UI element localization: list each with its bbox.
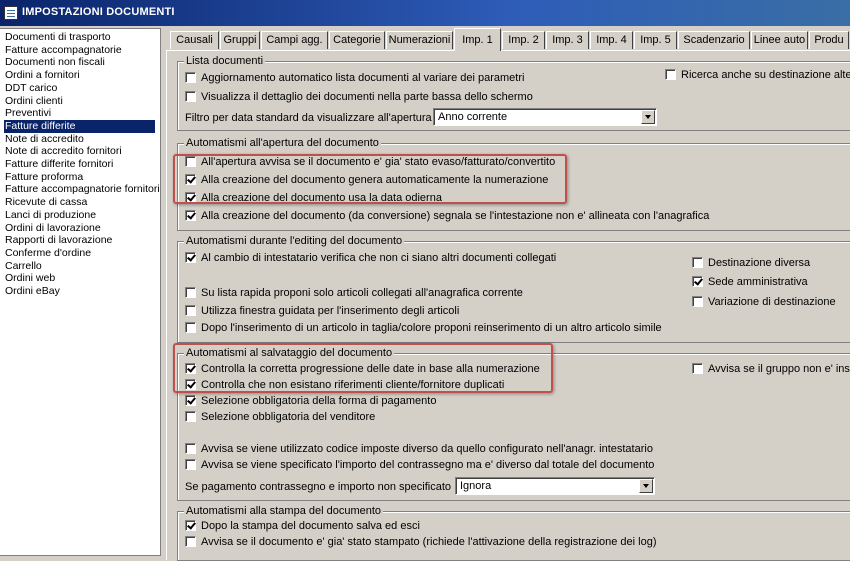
filtro-data-value: Anno corrente	[438, 111, 508, 123]
checkbox-box[interactable]	[692, 296, 703, 307]
chevron-down-icon[interactable]	[641, 110, 655, 124]
tab-numerazioni[interactable]: Numerazioni	[386, 31, 453, 49]
checkbox-box[interactable]	[185, 379, 196, 390]
checkbox-box[interactable]	[692, 257, 703, 268]
document-type-item[interactable]: Conferme d'ordine	[4, 247, 155, 260]
checkbox-label: Controlla la corretta progressione delle…	[201, 363, 540, 375]
checkbox-box[interactable]	[185, 210, 196, 221]
checkbox-box[interactable]	[692, 363, 703, 374]
contrassegno-label: Se pagamento contrassegno e importo non …	[185, 481, 458, 493]
tab-produ[interactable]: Produ	[809, 31, 849, 49]
checkbox-label: Controlla che non esistano riferimenti c…	[201, 379, 505, 391]
checkbox-label: Selezione obbligatoria del venditore	[201, 411, 376, 423]
document-type-item[interactable]: Fatture differite fornitori	[4, 158, 155, 171]
tab-gruppi[interactable]: Gruppi	[220, 31, 260, 49]
checkbox-label: Al cambio di intestatario verifica che n…	[201, 252, 557, 264]
checkbox-label: Alla creazione del documento (da convers…	[201, 210, 710, 222]
window-titlebar[interactable]: IMPOSTAZIONI DOCUMENTI	[0, 0, 850, 26]
group-title: Automatismi all'apertura del documento	[184, 137, 381, 150]
document-type-item[interactable]: Fatture differite	[4, 119, 155, 133]
filtro-data-label: Filtro per data standard da visualizzare…	[185, 112, 438, 124]
checkbox-box[interactable]	[185, 252, 196, 263]
checkbox-label: Su lista rapida proponi solo articoli co…	[201, 287, 523, 299]
checkbox-label: Aggiornamento automatico lista documenti…	[201, 72, 525, 84]
checkbox-label: Alla creazione del documento genera auto…	[201, 174, 549, 186]
checkbox-box[interactable]	[185, 520, 196, 531]
checkbox-box[interactable]	[185, 174, 196, 185]
checkbox-label: Selezione obbligatoria della forma di pa…	[201, 395, 437, 407]
tab-imp-2[interactable]: Imp. 2	[502, 31, 545, 49]
document-type-item[interactable]: Documenti non fiscali	[4, 56, 155, 69]
checkbox-label: Avvisa se viene specificato l'importo de…	[201, 459, 655, 471]
chevron-down-icon[interactable]	[639, 479, 653, 493]
tab-imp-5[interactable]: Imp. 5	[634, 31, 677, 49]
checkbox-label: Dopo l'inserimento di un articolo in tag…	[201, 322, 662, 334]
tab-campi-agg[interactable]: Campi agg.	[261, 31, 328, 49]
tab-categorie[interactable]: Categorie	[329, 31, 385, 49]
document-type-item[interactable]: Fatture accompagnatorie fornitori	[4, 183, 160, 196]
checkbox-box[interactable]	[185, 192, 196, 203]
document-type-item[interactable]: Documenti di trasporto	[4, 31, 155, 44]
checkbox-label: Variazione di destinazione	[708, 296, 836, 308]
group-title: Automatismi alla stampa del documento	[184, 505, 384, 518]
document-type-item[interactable]: Fatture accompagnatorie	[4, 44, 155, 57]
checkbox-box[interactable]	[185, 287, 196, 298]
checkbox-label: Avvisa se il gruppo non e' inse	[708, 363, 850, 375]
document-type-item[interactable]: Fatture proforma	[4, 171, 155, 184]
checkbox-label: Utilizza finestra guidata per l'inserime…	[201, 305, 460, 317]
checkbox-box[interactable]	[185, 395, 196, 406]
checkbox-box[interactable]	[185, 91, 196, 102]
document-type-item[interactable]: Ordini di lavorazione	[4, 222, 155, 235]
document-type-item[interactable]: Ordini web	[4, 272, 155, 285]
checkbox-label: Avvisa se viene utilizzato codice impost…	[201, 443, 653, 455]
contrassegno-value: Ignora	[460, 480, 492, 492]
checkbox-label: Visualizza il dettaglio dei documenti ne…	[201, 91, 533, 103]
tab-causali[interactable]: Causali	[170, 31, 219, 49]
document-type-list[interactable]: Documenti di trasporto Fatture accompagna…	[0, 28, 161, 556]
checkbox-box[interactable]	[185, 536, 196, 547]
checkbox-box[interactable]	[185, 411, 196, 422]
checkbox-label: Destinazione diversa	[708, 257, 811, 269]
document-type-item[interactable]: Carrello	[4, 260, 155, 273]
app-icon	[4, 6, 18, 20]
checkbox-box[interactable]	[185, 459, 196, 470]
settings-panel: Lista documenti Aggiornamento automatico…	[166, 50, 850, 561]
contrassegno-dropdown[interactable]: Ignora	[455, 477, 655, 495]
checkbox-box[interactable]	[665, 69, 676, 80]
checkbox-label: Ricerca anche su destinazione alter	[681, 69, 850, 81]
tab-imp-3[interactable]: Imp. 3	[546, 31, 589, 49]
window-title: IMPOSTAZIONI DOCUMENTI	[22, 6, 175, 18]
checkbox-label: Sede amministrativa	[708, 276, 808, 288]
document-type-item[interactable]: Preventivi	[4, 107, 155, 120]
filtro-data-dropdown[interactable]: Anno corrente	[433, 108, 657, 126]
group-title: Automatismi durante l'editing del docume…	[184, 235, 405, 248]
checkbox-box[interactable]	[185, 363, 196, 374]
tab-scadenzario[interactable]: Scadenzario	[678, 31, 750, 49]
checkbox-label: Avvisa se il documento e' gia' stato sta…	[201, 536, 657, 548]
tab-linee-auto[interactable]: Linee auto	[751, 31, 808, 49]
checkbox-label: Dopo la stampa del documento salva ed es…	[201, 520, 420, 532]
checkbox-box[interactable]	[185, 322, 196, 333]
checkbox-label: All'apertura avvisa se il documento e' g…	[201, 156, 556, 168]
tab-imp-4[interactable]: Imp. 4	[590, 31, 633, 49]
document-type-item[interactable]: Rapporti di lavorazione	[4, 234, 155, 247]
checkbox-box[interactable]	[185, 305, 196, 316]
document-type-item[interactable]: DDT carico	[4, 82, 155, 95]
document-type-item[interactable]: Note di accredito fornitori	[4, 145, 155, 158]
group-title: Lista documenti	[184, 55, 266, 68]
group-title: Automatismi al salvataggio del documento	[184, 347, 395, 360]
document-type-item[interactable]: Ricevute di cassa	[4, 196, 155, 209]
document-type-item[interactable]: Ordini eBay	[4, 285, 155, 298]
document-type-item[interactable]: Ordini a fornitori	[4, 69, 155, 82]
document-type-item[interactable]: Note di accredito	[4, 133, 155, 146]
checkbox-box[interactable]	[185, 443, 196, 454]
checkbox-box[interactable]	[185, 72, 196, 83]
tab-imp-1[interactable]: Imp. 1	[454, 28, 501, 51]
checkbox-box[interactable]	[185, 156, 196, 167]
document-type-item[interactable]: Lanci di produzione	[4, 209, 155, 222]
document-type-item[interactable]: Ordini clienti	[4, 95, 155, 108]
tab-bar: Causali Gruppi Campi agg. Categorie Numerazi…	[166, 28, 850, 51]
checkbox-label: Alla creazione del documento usa la data…	[201, 192, 442, 204]
checkbox-box[interactable]	[692, 276, 703, 287]
